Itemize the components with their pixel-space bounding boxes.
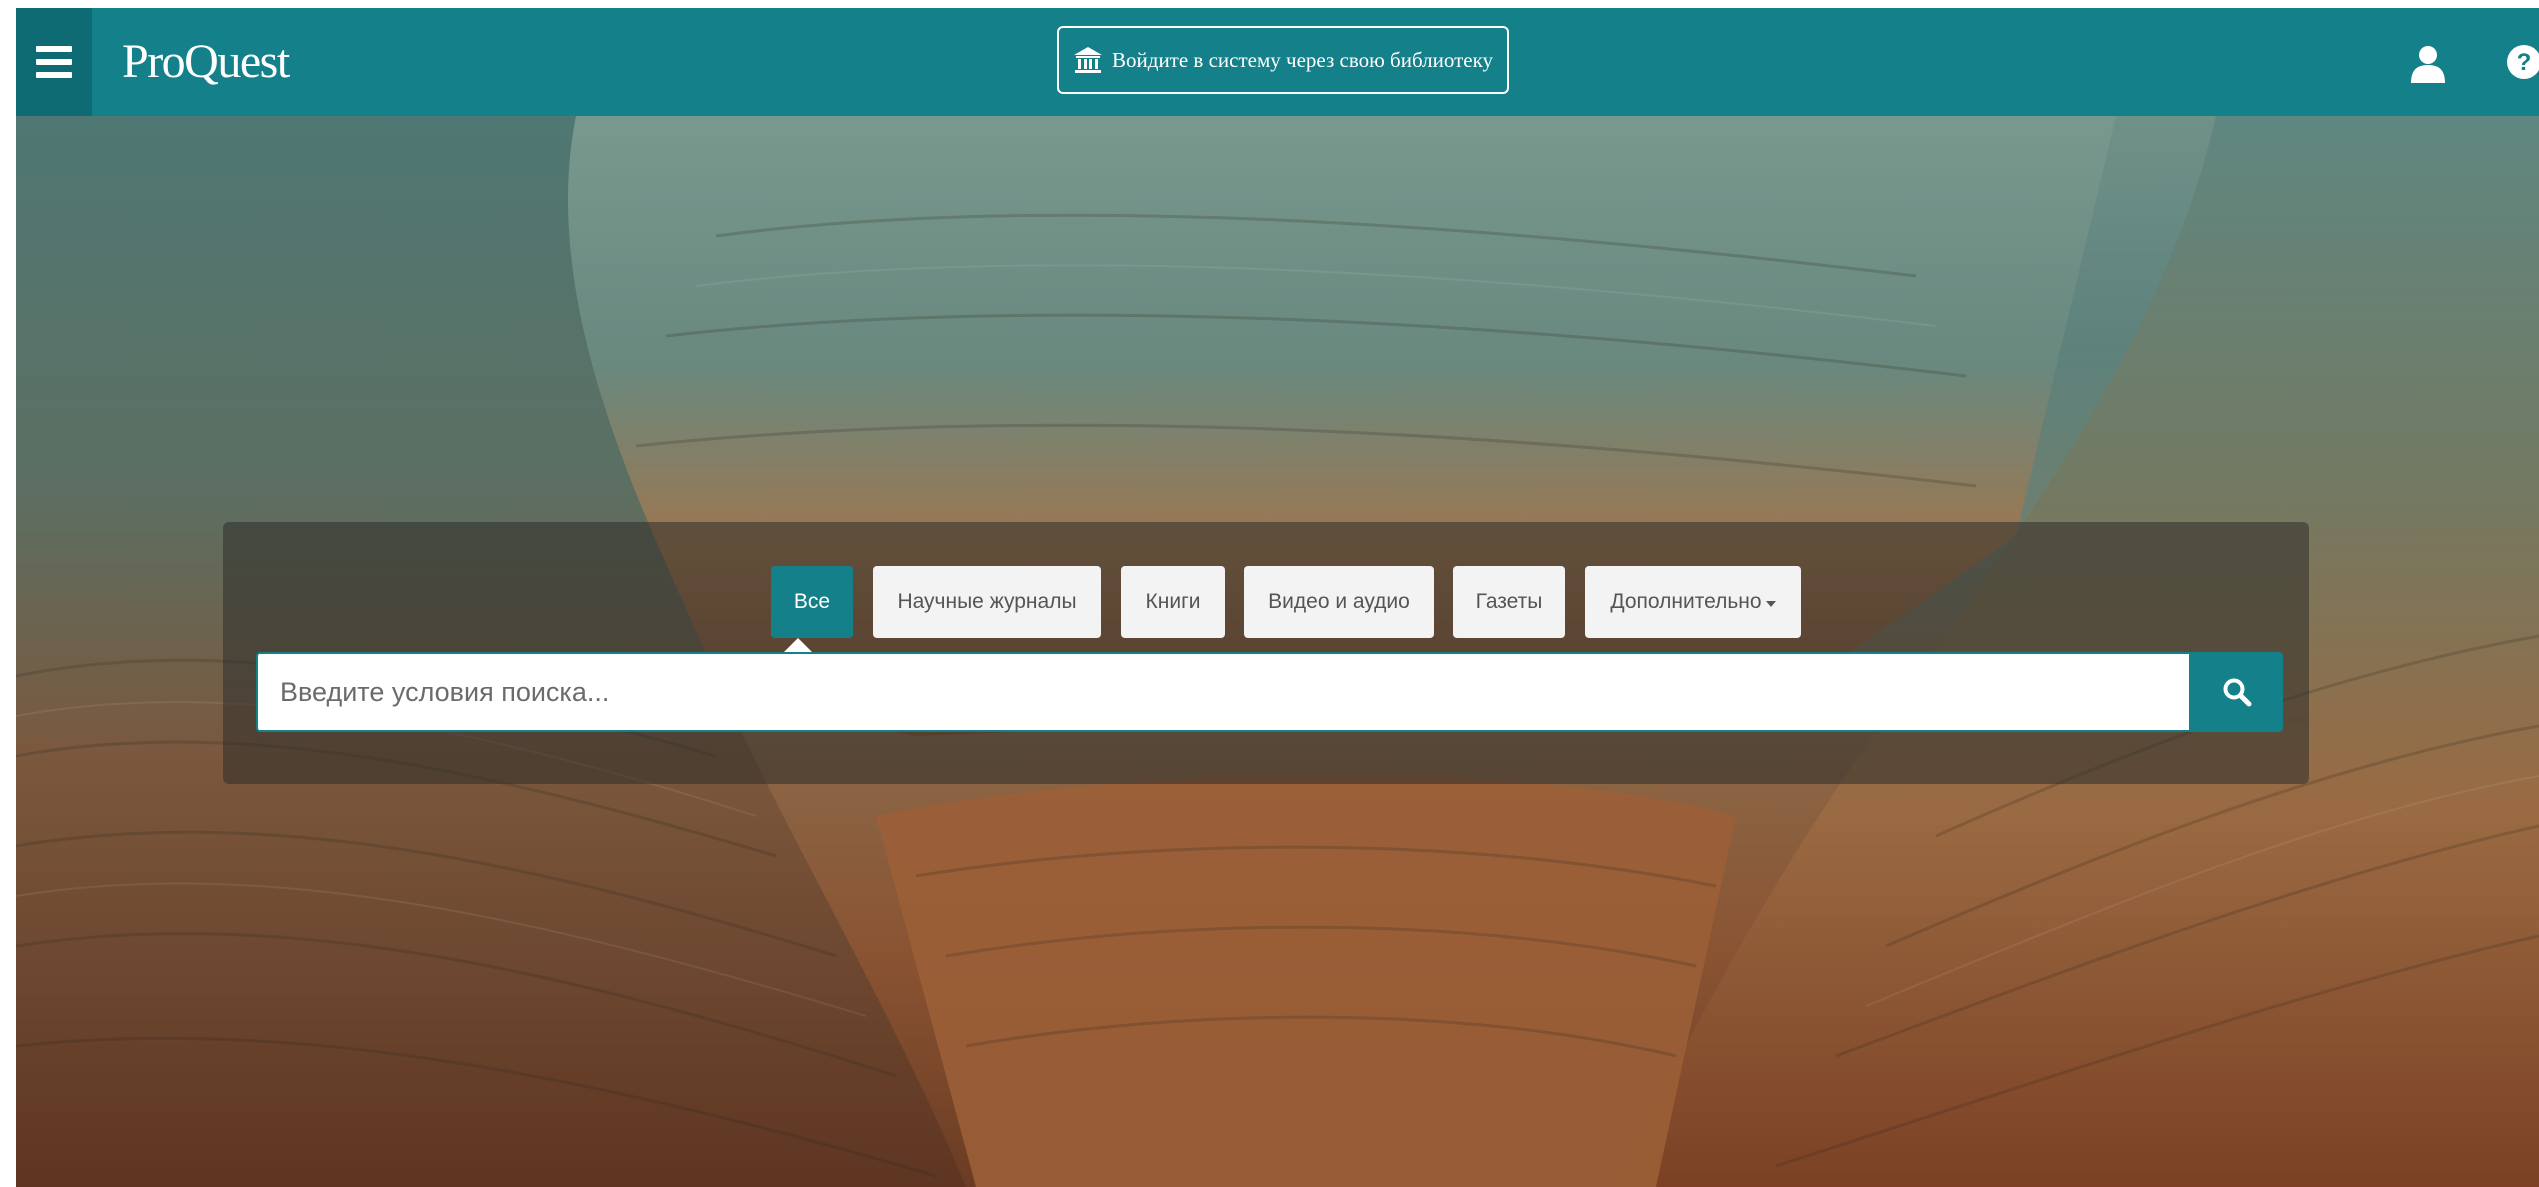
tab-books-label: Книги	[1145, 590, 1201, 613]
tab-all-label: Все	[793, 590, 831, 613]
library-login-label: Войдите в систему через свою библиотеку	[1112, 47, 1493, 72]
tab-video-audio-label: Видео и аудио	[1268, 590, 1410, 613]
tab-scholarly-journals[interactable]: Научные журналы	[873, 566, 1101, 638]
library-login-button[interactable]: Войдите в систему через свою библиотеку	[1057, 26, 1509, 94]
search-icon	[2223, 678, 2252, 707]
tab-more-label: Дополнительно	[1610, 590, 1762, 613]
tab-scholarly-journals-label: Научные журналы	[897, 590, 1077, 613]
tab-video-audio[interactable]: Видео и аудио	[1244, 566, 1434, 638]
hamburger-menu-line	[36, 72, 72, 78]
svg-text:?: ?	[2517, 49, 2532, 76]
hamburger-menu-line	[36, 59, 72, 65]
menu-button[interactable]	[16, 8, 92, 116]
hamburger-menu-icon	[36, 46, 72, 52]
search-panel: Все Научные журналы Книги Видео и аудио …	[223, 522, 2309, 784]
library-building-icon	[1074, 47, 1103, 73]
tab-more-dropdown[interactable]: Дополнительно	[1585, 566, 1801, 638]
tab-books[interactable]: Книги	[1121, 566, 1225, 638]
tab-newspapers-label: Газеты	[1475, 590, 1543, 613]
tab-all[interactable]: Все	[771, 566, 853, 638]
proquest-logo[interactable]: ProQuest	[122, 30, 290, 94]
search-button[interactable]	[2191, 652, 2283, 732]
search-input[interactable]	[256, 652, 2191, 732]
help-icon[interactable]: ?	[2507, 45, 2539, 79]
top-header: ProQuest Войдите в систему через свою би…	[16, 8, 2539, 116]
user-icon[interactable]	[2409, 45, 2447, 83]
proquest-page: ProQuest Войдите в систему через свою би…	[16, 8, 2539, 1187]
chevron-down-icon	[1765, 600, 1776, 607]
tab-newspapers[interactable]: Газеты	[1453, 566, 1565, 638]
